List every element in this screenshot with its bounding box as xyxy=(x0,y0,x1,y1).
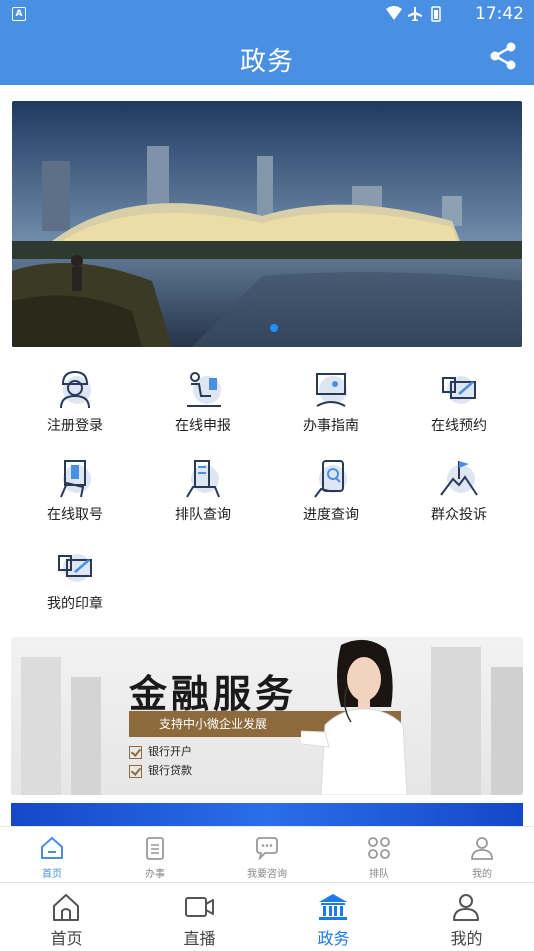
status-bar: A 17:42 xyxy=(0,0,534,28)
presentation-board-icon xyxy=(316,373,347,407)
card-pen-icon xyxy=(58,554,92,582)
service-take-number[interactable]: 在线取号 xyxy=(11,449,139,529)
promo-headline: 金融服务 xyxy=(129,671,298,716)
desk-worker-icon xyxy=(187,372,221,407)
service-complaint[interactable]: 群众投诉 xyxy=(395,449,523,529)
system-icons xyxy=(386,6,441,22)
wifi-icon xyxy=(386,6,402,20)
building-hand-icon xyxy=(186,460,220,498)
service-label: 办事指南 xyxy=(303,418,359,434)
service-register-login[interactable]: 注册登录 xyxy=(11,360,139,440)
service-label: 在线预约 xyxy=(431,418,487,434)
checkbox-icon xyxy=(129,745,142,759)
banner-carousel[interactable] xyxy=(12,101,522,347)
inner-tab-home[interactable]: 首页 xyxy=(7,827,97,883)
video-camera-icon xyxy=(185,897,214,917)
person-icon xyxy=(471,837,493,860)
presenter-woman-image xyxy=(301,639,408,795)
person-icon xyxy=(453,894,479,921)
section-tab-bar: 首页 办事 我要咨询 排队 我的 xyxy=(0,826,534,883)
checkbox-icon xyxy=(129,764,142,778)
page-title: 政务 xyxy=(239,47,294,77)
service-online-declare[interactable]: 在线申报 xyxy=(139,360,267,440)
service-online-appointment[interactable]: 在线预约 xyxy=(395,360,523,440)
app-header: 政务 xyxy=(0,28,534,85)
inner-tab-queue[interactable]: 排队 xyxy=(334,827,424,883)
service-label: 在线申报 xyxy=(175,418,231,434)
nav-mine[interactable]: 我的 xyxy=(400,883,533,951)
nav-home[interactable]: 首页 xyxy=(0,883,133,951)
service-my-seal[interactable]: 我的印章 xyxy=(11,538,139,618)
airplane-icon xyxy=(408,7,422,21)
user-helmet-icon xyxy=(60,370,91,409)
government-building-icon xyxy=(319,894,347,920)
share-icon[interactable] xyxy=(488,41,518,71)
ticket-hand-icon xyxy=(60,460,91,498)
notification-a-icon: A xyxy=(12,7,26,21)
service-queue-query[interactable]: 排队查询 xyxy=(139,449,267,529)
tab-label: 我的 xyxy=(472,869,492,880)
tab-label: 首页 xyxy=(42,869,62,880)
finance-promo-banner[interactable]: 金融服务 支持中小微企业发展 银行开户 银行贷款 xyxy=(11,637,523,795)
home-icon xyxy=(41,836,63,859)
phone-search-icon xyxy=(314,460,347,498)
service-progress-query[interactable]: 进度查询 xyxy=(267,449,395,529)
nav-label: 我的 xyxy=(450,929,483,948)
carousel-indicator[interactable] xyxy=(270,324,278,332)
inner-tab-consult[interactable]: 我要咨询 xyxy=(222,827,312,883)
nav-label: 政务 xyxy=(317,929,350,948)
service-label: 我的印章 xyxy=(47,596,103,612)
inner-tab-affairs[interactable]: 办事 xyxy=(110,827,200,883)
nav-government[interactable]: 政务 xyxy=(267,883,400,951)
card-pen-icon xyxy=(442,376,476,404)
banner-image xyxy=(12,101,522,347)
service-guide[interactable]: 办事指南 xyxy=(267,360,395,440)
command-icon xyxy=(368,837,390,859)
service-label: 排队查询 xyxy=(175,507,231,523)
service-label: 群众投诉 xyxy=(431,507,487,523)
bottom-navigation: 首页 直播 政务 我的 xyxy=(0,882,534,951)
inner-tab-mine[interactable]: 我的 xyxy=(437,827,527,883)
chat-bubble-icon xyxy=(256,837,278,861)
home-icon xyxy=(53,894,79,921)
tab-label: 我要咨询 xyxy=(247,869,287,880)
clock: 17:42 xyxy=(475,4,524,24)
nav-label: 直播 xyxy=(183,929,216,948)
nav-live[interactable]: 直播 xyxy=(133,883,266,951)
promo-item: 银行贷款 xyxy=(129,762,192,778)
clipboard-icon xyxy=(146,837,164,860)
mountain-flag-icon xyxy=(440,461,478,496)
tab-label: 排队 xyxy=(369,869,389,880)
tab-label: 办事 xyxy=(145,869,165,880)
nav-label: 首页 xyxy=(50,929,83,948)
service-label: 注册登录 xyxy=(47,418,103,434)
service-label: 在线取号 xyxy=(47,507,103,523)
service-label: 进度查询 xyxy=(303,507,359,523)
promo-item: 银行开户 xyxy=(129,743,192,759)
